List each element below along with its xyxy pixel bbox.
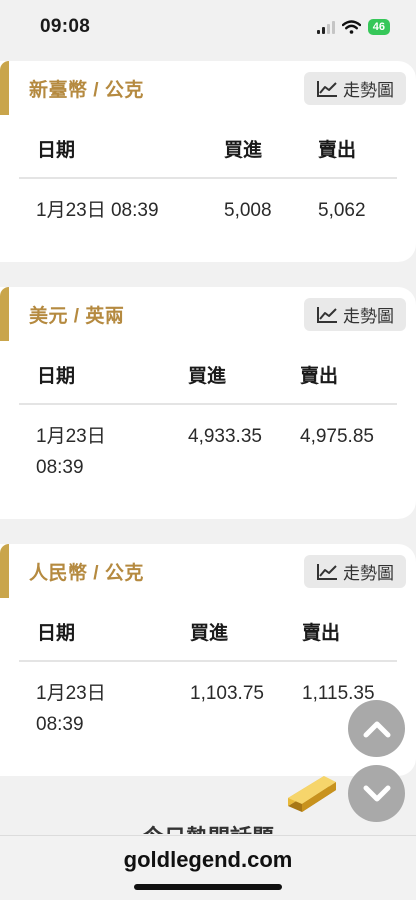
- card-title: 新臺幣 / 公克: [29, 80, 144, 101]
- table-divider: [19, 403, 397, 405]
- header-date: 日期: [37, 366, 76, 387]
- card-title: 美元 / 英兩: [29, 306, 125, 327]
- wifi-icon: [341, 20, 361, 34]
- card-title: 人民幣 / 公克: [29, 563, 144, 584]
- browser-address-bar[interactable]: goldlegend.com: [0, 835, 416, 900]
- trend-button-label: 走勢圖: [343, 564, 394, 583]
- card-accent-bar: [0, 544, 9, 598]
- header-date: 日期: [37, 623, 76, 644]
- row-date: 1月23日: [36, 426, 106, 447]
- gold-bar-icon: [288, 776, 336, 812]
- home-indicator: [134, 884, 282, 890]
- header-buy: 買進: [190, 623, 229, 644]
- header-date: 日期: [37, 140, 76, 161]
- header-buy: 買進: [224, 140, 263, 161]
- scroll-down-button[interactable]: [348, 765, 405, 822]
- card-accent-bar: [0, 287, 9, 341]
- trend-button-label: 走勢圖: [343, 81, 394, 100]
- row-buy: 4,933.35: [188, 426, 262, 447]
- signal-icon: [316, 20, 335, 34]
- row-date: 1月23日 08:39: [36, 200, 159, 221]
- row-sell: 5,062: [318, 200, 366, 221]
- row-buy: 5,008: [224, 200, 272, 221]
- section-heading: 今日熱門話題: [0, 820, 416, 834]
- trend-button-label: 走勢圖: [343, 307, 394, 326]
- header-sell: 賣出: [302, 623, 341, 644]
- status-time: 09:08: [40, 16, 91, 37]
- chart-line-icon: [317, 563, 337, 580]
- chart-line-icon: [317, 306, 337, 323]
- status-bar: 09:08 46: [0, 0, 416, 54]
- table-divider: [19, 177, 397, 179]
- trend-chart-button[interactable]: 走勢圖: [304, 298, 406, 331]
- price-card-twd: 新臺幣 / 公克 走勢圖 日期 買進 賣出 1月23日 08:39 5,008 …: [0, 61, 416, 262]
- row-sell: 4,975.85: [300, 426, 374, 447]
- header-sell: 賣出: [300, 366, 339, 387]
- table-divider: [19, 660, 397, 662]
- row-buy: 1,103.75: [190, 683, 264, 704]
- chart-line-icon: [317, 80, 337, 97]
- card-accent-bar: [0, 61, 9, 115]
- row-time: 08:39: [36, 457, 84, 478]
- trend-chart-button[interactable]: 走勢圖: [304, 72, 406, 105]
- status-icons: 46: [316, 19, 390, 35]
- row-date: 1月23日: [36, 683, 106, 704]
- chevron-up-icon: [363, 721, 390, 737]
- scroll-up-button[interactable]: [348, 700, 405, 757]
- row-time: 08:39: [36, 714, 84, 735]
- header-sell: 賣出: [318, 140, 357, 161]
- url-text[interactable]: goldlegend.com: [0, 847, 416, 873]
- chevron-down-icon: [363, 785, 390, 801]
- header-buy: 買進: [188, 366, 227, 387]
- price-card-usd: 美元 / 英兩 走勢圖 日期 買進 賣出 1月23日 08:39 4,933.3…: [0, 287, 416, 519]
- battery-indicator: 46: [367, 19, 390, 35]
- trend-chart-button[interactable]: 走勢圖: [304, 555, 406, 588]
